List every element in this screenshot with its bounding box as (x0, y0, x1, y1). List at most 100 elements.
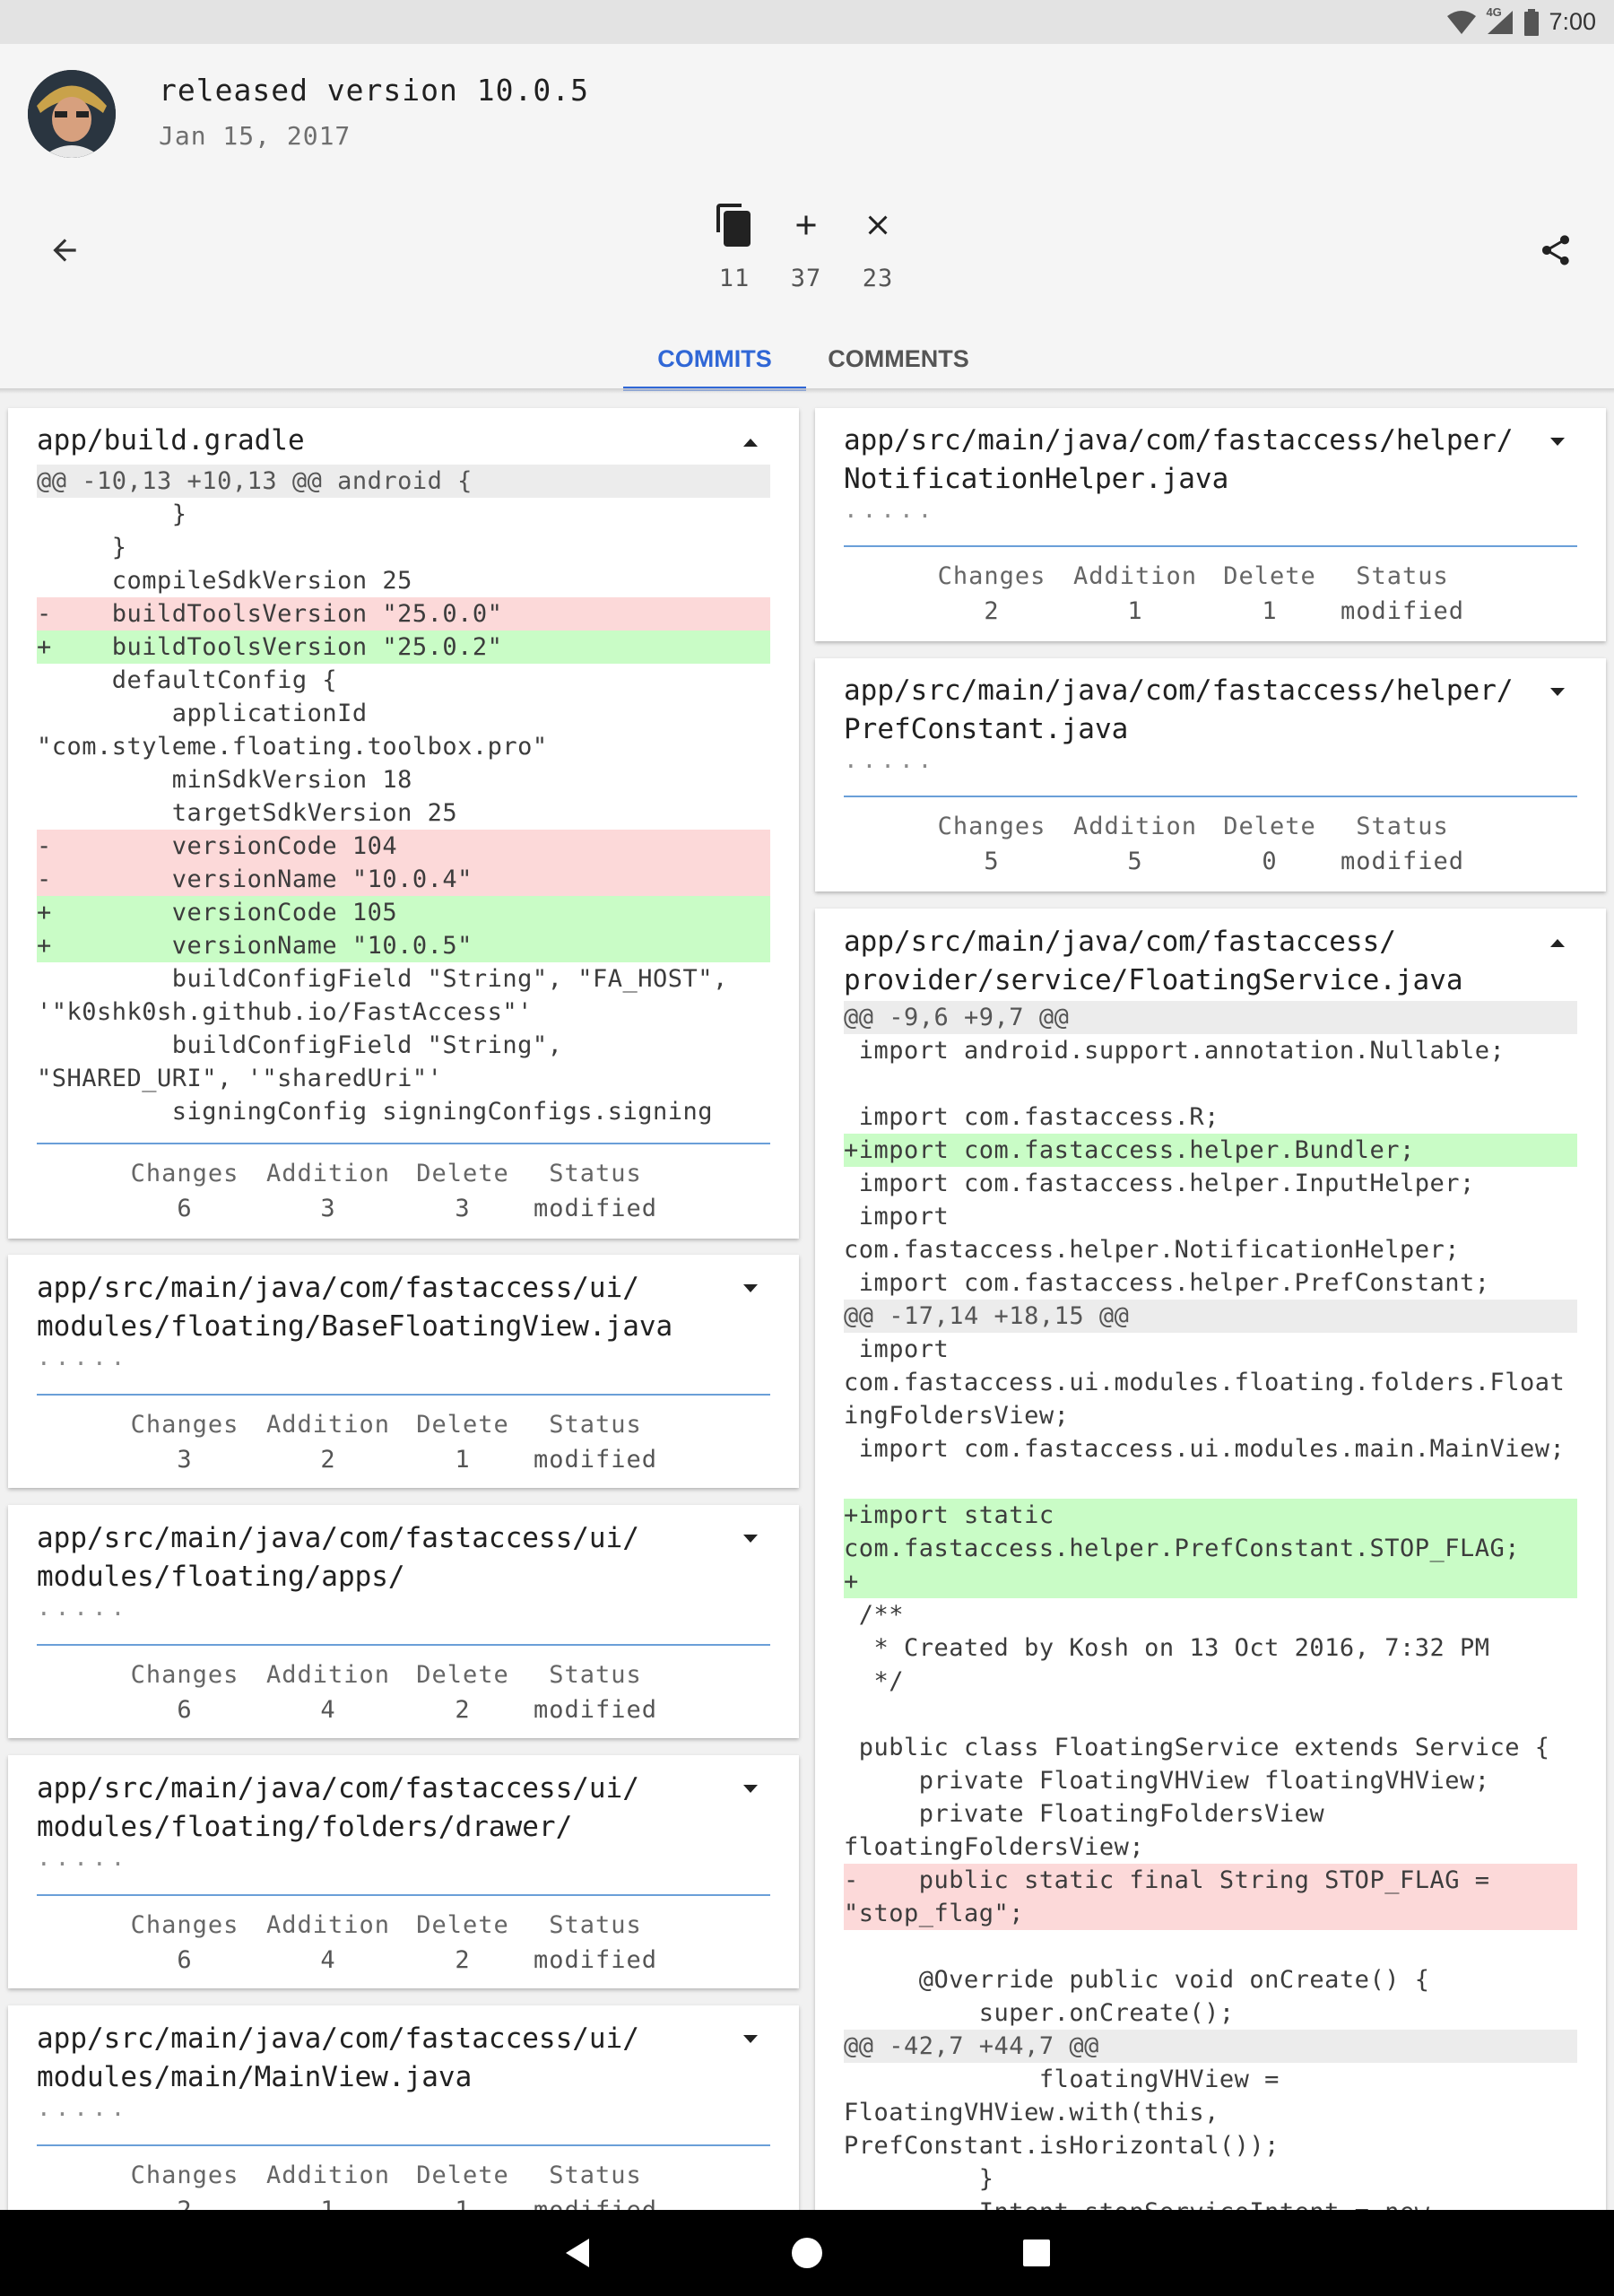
diff-context-line: } (37, 534, 127, 561)
changes-label: Changes (130, 2161, 239, 2189)
changes-stat: Changes 2 (929, 562, 1054, 625)
square-recents-icon (1023, 2239, 1050, 2266)
diff-context-line: FloatingVHView.with(this, (844, 2099, 1219, 2126)
divider (844, 545, 1577, 547)
tab-comments[interactable]: COMMENTS (809, 327, 988, 390)
addition-stat: Addition 4 (256, 1911, 400, 1974)
addition-label: Addition (1072, 562, 1198, 590)
changes-stat: Changes 5 (929, 813, 1054, 875)
status-stat: Status modified (528, 1411, 663, 1474)
diff-hunk-header: @@ -9,6 +9,7 @@ (844, 1001, 1577, 1034)
changes-stat: Changes 6 (122, 1661, 247, 1724)
diff-removed-line: - versionName "10.0.4" (37, 863, 770, 896)
diff-context-line: import android.support.annotation.Nullab… (844, 1037, 1506, 1065)
changes-label: Changes (130, 1661, 239, 1689)
additions-count: 37 (790, 265, 822, 292)
expand-button[interactable] (733, 1771, 768, 1807)
delete-stat: Delete 2 (404, 1661, 521, 1724)
additions-stat: 37 (770, 198, 842, 292)
status-value: modified (1340, 597, 1465, 625)
tab-commits[interactable]: COMMITS (623, 327, 806, 390)
expand-button[interactable] (733, 1521, 768, 1557)
battery-icon (1523, 8, 1540, 36)
file-path[interactable]: app/src/main/java/com/fastaccess/helper/… (844, 672, 1514, 749)
file-card: app/build.gradle @@ -10,13 +10,13 @@ and… (8, 408, 799, 1239)
file-stats: Changes 6 Addition 3 Delete 3 Status modifie… (8, 1160, 799, 1222)
diff-added-line: + (844, 1565, 1577, 1598)
deletions-count: 23 (862, 265, 894, 292)
diff-context-line: import (844, 1203, 950, 1231)
delete-stat: Delete 1 (404, 1411, 521, 1474)
delete-value: 2 (455, 1696, 471, 1724)
nav-home-button[interactable] (780, 2226, 834, 2280)
delete-value: 1 (1262, 597, 1278, 625)
status-stat: Status modified (1335, 562, 1470, 625)
divider (37, 1394, 770, 1396)
status-label: Status (549, 1411, 642, 1439)
addition-stat: Addition 1 (1063, 562, 1207, 625)
back-button[interactable] (38, 223, 91, 277)
arrow-down-icon (743, 1535, 758, 1543)
file-path[interactable]: app/src/main/java/com/fastaccess/ui/ mod… (37, 1770, 639, 1847)
diff-removed-line: - buildToolsVersion "25.0.0" (37, 597, 770, 631)
status-stat: Status modified (528, 1661, 663, 1724)
wifi-icon (1446, 10, 1477, 35)
divider (37, 1894, 770, 1896)
status-label: Status (549, 1661, 642, 1689)
file-stats: Changes 2 Addition 1 Delete 1 Status modifie… (815, 562, 1606, 625)
file-card: app/src/main/java/com/fastaccess/helper/… (815, 408, 1606, 641)
file-path[interactable]: app/src/main/java/com/fastaccess/ui/ mod… (37, 2020, 639, 2097)
delete-stat: Delete 0 (1211, 813, 1328, 875)
file-path[interactable]: app/src/main/java/com/fastaccess/ui/ mod… (37, 1269, 672, 1346)
changes-stat: Changes 3 (122, 1411, 247, 1474)
addition-value: 4 (320, 1696, 336, 1724)
avatar[interactable] (28, 70, 116, 158)
collapsed-indicator: ..... (37, 2095, 130, 2122)
collapse-button[interactable] (1540, 925, 1575, 961)
commit-title: released version 10.0.5 (159, 73, 589, 108)
diff-context-line: buildConfigField "String", (37, 1031, 563, 1059)
file-path[interactable]: app/src/main/java/com/fastaccess/ui/ mod… (37, 1519, 639, 1596)
addition-label: Addition (265, 1160, 391, 1187)
diff-context-line (844, 1067, 1577, 1100)
collapse-button[interactable] (733, 424, 768, 460)
nav-back-button[interactable] (551, 2226, 604, 2280)
changes-value: 2 (984, 597, 1000, 625)
share-button[interactable] (1529, 223, 1583, 277)
diff-context-line: signingConfig signingConfigs.signing (37, 1098, 713, 1126)
diff-context-line: import (844, 1335, 950, 1363)
divider (37, 1143, 770, 1144)
expand-button[interactable] (1540, 674, 1575, 710)
diff-hunk-header: @@ -42,7 +44,7 @@ (844, 2030, 1577, 2063)
status-label: Status (549, 1911, 642, 1939)
status-bar: 4G 7:00 (0, 0, 1614, 44)
file-card: app/src/main/java/com/fastaccess/ui/ mod… (8, 1755, 799, 1988)
status-stat: Status modified (528, 1911, 663, 1974)
file-stats: Changes 3 Addition 2 Delete 1 Status modifie… (8, 1411, 799, 1474)
diff-context-line (844, 1930, 1577, 1963)
arrow-up-icon (743, 439, 758, 447)
nav-recents-button[interactable] (1010, 2226, 1063, 2280)
diff-context-line: private FloatingFoldersView (844, 1800, 1325, 1828)
diff-context-line: com.fastaccess.ui.modules.floating.folde… (844, 1369, 1566, 1396)
addition-label: Addition (265, 2161, 391, 2189)
diff-context-line: floatingVHView = (844, 2066, 1280, 2093)
addition-label: Addition (1072, 813, 1198, 840)
changes-stat: Changes 6 (122, 1160, 247, 1222)
diff-context-line: targetSdkVersion 25 (37, 799, 458, 827)
expand-button[interactable] (733, 1271, 768, 1307)
file-stats: Changes 6 Addition 4 Delete 2 Status modifie… (8, 1661, 799, 1724)
changes-value: 3 (177, 1446, 193, 1474)
status-label: Status (549, 1160, 642, 1187)
expand-button[interactable] (1540, 424, 1575, 460)
expand-button[interactable] (733, 2022, 768, 2057)
diff-context-line: private FloatingVHView floatingVHView; (844, 1767, 1490, 1795)
diff-added-line: + versionName "10.0.5" (37, 929, 770, 962)
file-path[interactable]: app/src/main/java/com/fastaccess/helper/… (844, 422, 1514, 499)
diff-added-line: com.fastaccess.helper.PrefConstant.STOP_… (844, 1532, 1577, 1565)
file-path[interactable]: app/build.gradle (37, 422, 305, 460)
changes-label: Changes (937, 562, 1046, 590)
diff-added-line: +import static (844, 1499, 1577, 1532)
file-path[interactable]: app/src/main/java/com/fastaccess/ provid… (844, 923, 1463, 1000)
delete-value: 0 (1262, 848, 1278, 875)
